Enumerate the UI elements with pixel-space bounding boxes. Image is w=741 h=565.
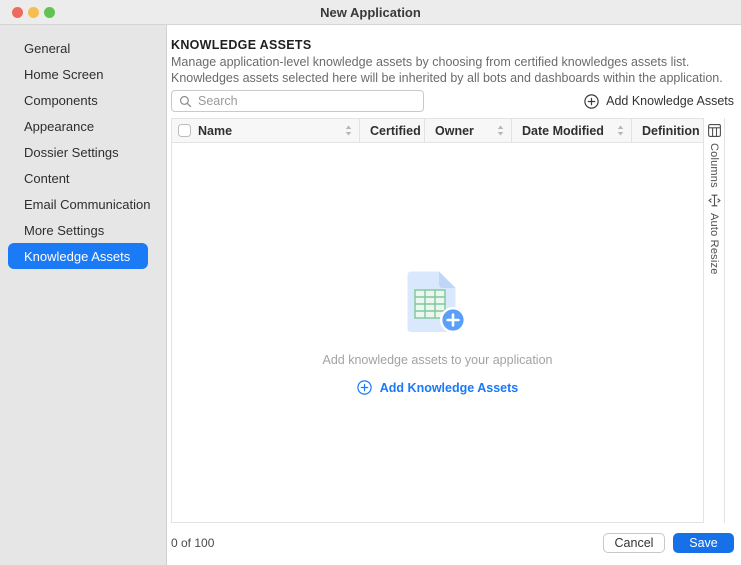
columns-button[interactable]: Columns — [708, 124, 721, 188]
auto-resize-icon — [708, 194, 721, 207]
sidebar-item-appearance[interactable]: Appearance — [0, 113, 166, 139]
empty-state-illustration — [406, 270, 468, 334]
table-columns-icon — [708, 124, 721, 137]
add-button-label: Add Knowledge Assets — [606, 94, 734, 108]
sort-icon — [345, 125, 352, 136]
table-side-toolbar: Columns Auto Resize — [704, 118, 725, 523]
column-header-date-modified[interactable]: Date Modified — [511, 119, 631, 142]
empty-state-message: Add knowledge assets to your application — [322, 353, 552, 367]
sidebar-item-home-screen[interactable]: Home Screen — [0, 61, 166, 87]
sidebar-item-general[interactable]: General — [0, 35, 166, 61]
row-count: 0 of 100 — [171, 536, 214, 550]
sidebar-item-email-communication[interactable]: Email Communication — [0, 191, 166, 217]
table-area: Name Certified Owner Date Modified — [171, 118, 734, 523]
knowledge-assets-table: Name Certified Owner Date Modified — [171, 118, 704, 523]
column-header-definition[interactable]: Definition — [631, 119, 703, 142]
search-input[interactable] — [198, 94, 416, 108]
auto-resize-label: Auto Resize — [708, 213, 720, 275]
sort-icon — [617, 125, 624, 136]
search-box[interactable] — [171, 90, 424, 112]
plus-circle-icon — [357, 380, 372, 395]
column-label: Definition — [642, 124, 700, 138]
dialog-body: General Home Screen Components Appearanc… — [0, 25, 741, 565]
empty-action-label: Add Knowledge Assets — [380, 381, 518, 395]
add-knowledge-assets-button[interactable]: Add Knowledge Assets — [584, 94, 734, 109]
sidebar-item-more-settings[interactable]: More Settings — [0, 217, 166, 243]
zoom-window-button[interactable] — [44, 7, 55, 18]
columns-label: Columns — [708, 143, 720, 188]
page-title: KNOWLEDGE ASSETS — [171, 38, 734, 52]
column-header-name[interactable]: Name — [172, 119, 359, 142]
close-window-button[interactable] — [12, 7, 23, 18]
titlebar: New Application — [0, 0, 741, 25]
sort-icon — [497, 125, 504, 136]
empty-state: Add knowledge assets to your application… — [322, 270, 552, 395]
sidebar-item-content[interactable]: Content — [0, 165, 166, 191]
add-knowledge-assets-link[interactable]: Add Knowledge Assets — [357, 380, 518, 395]
save-button[interactable]: Save — [673, 533, 734, 553]
sidebar-item-knowledge-assets[interactable]: Knowledge Assets — [8, 243, 148, 269]
window-title: New Application — [320, 5, 421, 20]
column-header-certified[interactable]: Certified — [359, 119, 424, 142]
main-panel: KNOWLEDGE ASSETS Manage application-leve… — [167, 25, 741, 565]
select-all-checkbox[interactable] — [178, 124, 191, 137]
column-label: Date Modified — [522, 124, 617, 138]
cancel-button[interactable]: Cancel — [603, 533, 665, 553]
auto-resize-button[interactable]: Auto Resize — [708, 194, 721, 275]
sidebar: General Home Screen Components Appearanc… — [0, 25, 167, 565]
sidebar-item-components[interactable]: Components — [0, 87, 166, 113]
page-description: Manage application-level knowledge asset… — [171, 55, 734, 86]
new-application-window: New Application General Home Screen Comp… — [0, 0, 741, 565]
column-label: Certified — [370, 124, 421, 138]
footer: 0 of 100 Cancel Save — [171, 533, 734, 553]
column-header-owner[interactable]: Owner — [424, 119, 511, 142]
sidebar-item-dossier-settings[interactable]: Dossier Settings — [0, 139, 166, 165]
table-header-row: Name Certified Owner Date Modified — [172, 119, 703, 143]
traffic-lights — [12, 7, 55, 18]
footer-buttons: Cancel Save — [603, 533, 734, 553]
plus-circle-icon — [584, 94, 599, 109]
table-body-empty: Add knowledge assets to your application… — [172, 143, 703, 522]
column-label: Owner — [435, 124, 497, 138]
search-icon — [179, 95, 192, 108]
table-toolbar: Add Knowledge Assets — [171, 90, 734, 112]
column-label: Name — [198, 124, 345, 138]
minimize-window-button[interactable] — [28, 7, 39, 18]
